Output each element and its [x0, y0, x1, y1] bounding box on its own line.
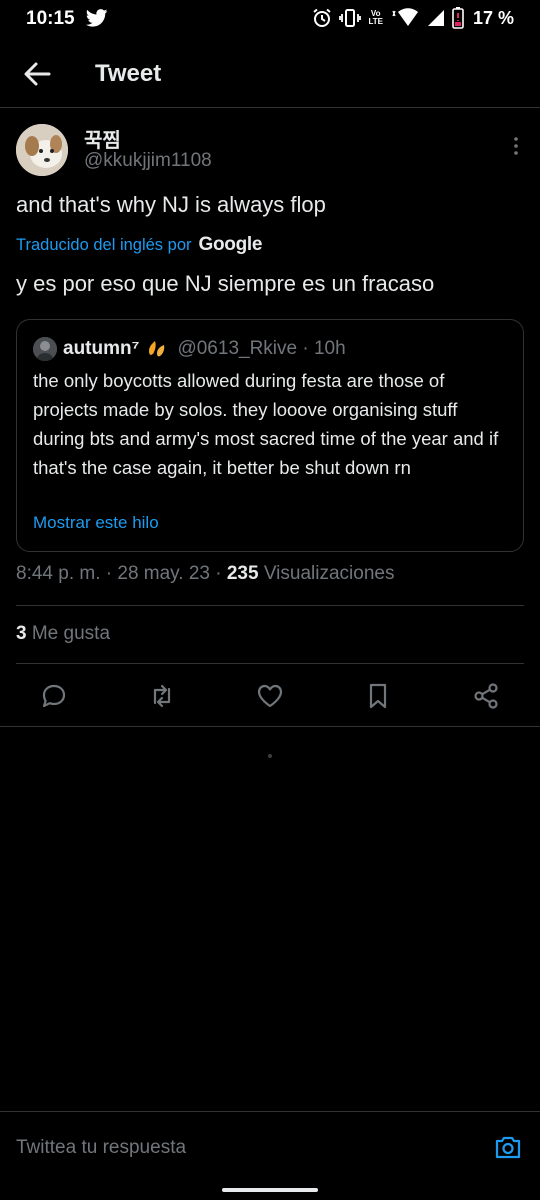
- translated-text: y es por eso que NJ siempre es un fracas…: [16, 271, 435, 296]
- views-label: Visualizaciones: [258, 563, 395, 584]
- battery-icon: [452, 7, 464, 29]
- tweet-meta: 8:44 p. m. · 28 may. 23 · 235 Visualizac…: [16, 563, 394, 585]
- reply-input[interactable]: [16, 1134, 456, 1162]
- avatar[interactable]: [16, 124, 68, 176]
- divider: [16, 663, 524, 664]
- tweet-actions: [0, 672, 540, 720]
- quoted-tweet[interactable]: autumn⁷ @0613_Rkive · 10h the only boyco…: [16, 319, 524, 552]
- quoted-author-handle: @0613_Rkive · 10h: [177, 338, 346, 359]
- battery-percent: 17 %: [472, 7, 514, 28]
- alarm-icon: [313, 8, 332, 27]
- vibrate-icon: [339, 9, 362, 27]
- likes-count: 3: [16, 623, 27, 644]
- home-indicator[interactable]: [222, 1188, 318, 1192]
- divider: [16, 605, 524, 606]
- tweet-timestamp: 8:44 p. m. · 28 may. 23 ·: [16, 563, 227, 584]
- peach-emoji-icon: [149, 341, 165, 357]
- signal-icon: [427, 10, 444, 26]
- status-bar: 10:15 Vo LTE 17 %: [0, 0, 540, 38]
- show-thread-link[interactable]: Mostrar este hilo: [33, 513, 159, 533]
- twitter-icon: [86, 9, 108, 27]
- quoted-tweet-header: autumn⁷ @0613_Rkive · 10h: [33, 336, 346, 362]
- quoted-avatar: [33, 337, 57, 361]
- status-time: 10:15: [26, 8, 75, 29]
- arrow-left-icon[interactable]: [22, 60, 52, 88]
- divider: [0, 726, 540, 727]
- author-handle[interactable]: @kkukjjim1108: [84, 150, 212, 172]
- reply-icon[interactable]: [40, 682, 68, 710]
- likes-label: Me gusta: [26, 623, 111, 644]
- google-logo: Google: [198, 234, 263, 255]
- author-name[interactable]: 꾹찜: [84, 124, 121, 153]
- quoted-text: the only boycotts allowed during festa a…: [33, 370, 499, 478]
- reply-bar: [0, 1111, 540, 1179]
- volte-indicator: Vo LTE: [368, 9, 383, 26]
- translation-label: Traducido del inglés por: [16, 235, 192, 254]
- share-icon[interactable]: [472, 682, 500, 710]
- app-header: Tweet: [0, 40, 540, 108]
- like-icon[interactable]: [256, 682, 284, 710]
- camera-icon[interactable]: [494, 1134, 522, 1160]
- more-options-icon[interactable]: [508, 136, 524, 156]
- bookmark-icon[interactable]: [364, 682, 392, 710]
- wifi-icon: [392, 8, 418, 26]
- page-title: Tweet: [95, 60, 162, 87]
- quoted-author-name: autumn⁷: [63, 338, 140, 359]
- likes-summary[interactable]: 3 Me gusta: [16, 623, 110, 645]
- loading-indicator: [268, 754, 272, 758]
- views-count: 235: [226, 563, 259, 584]
- tweet-text: and that's why NJ is always flop: [16, 192, 326, 217]
- translation-attribution[interactable]: Traducido del inglés por Google: [16, 232, 262, 258]
- tweet-author: 꾹찜 @kkukjjim1108: [16, 122, 524, 182]
- retweet-icon[interactable]: [148, 682, 176, 710]
